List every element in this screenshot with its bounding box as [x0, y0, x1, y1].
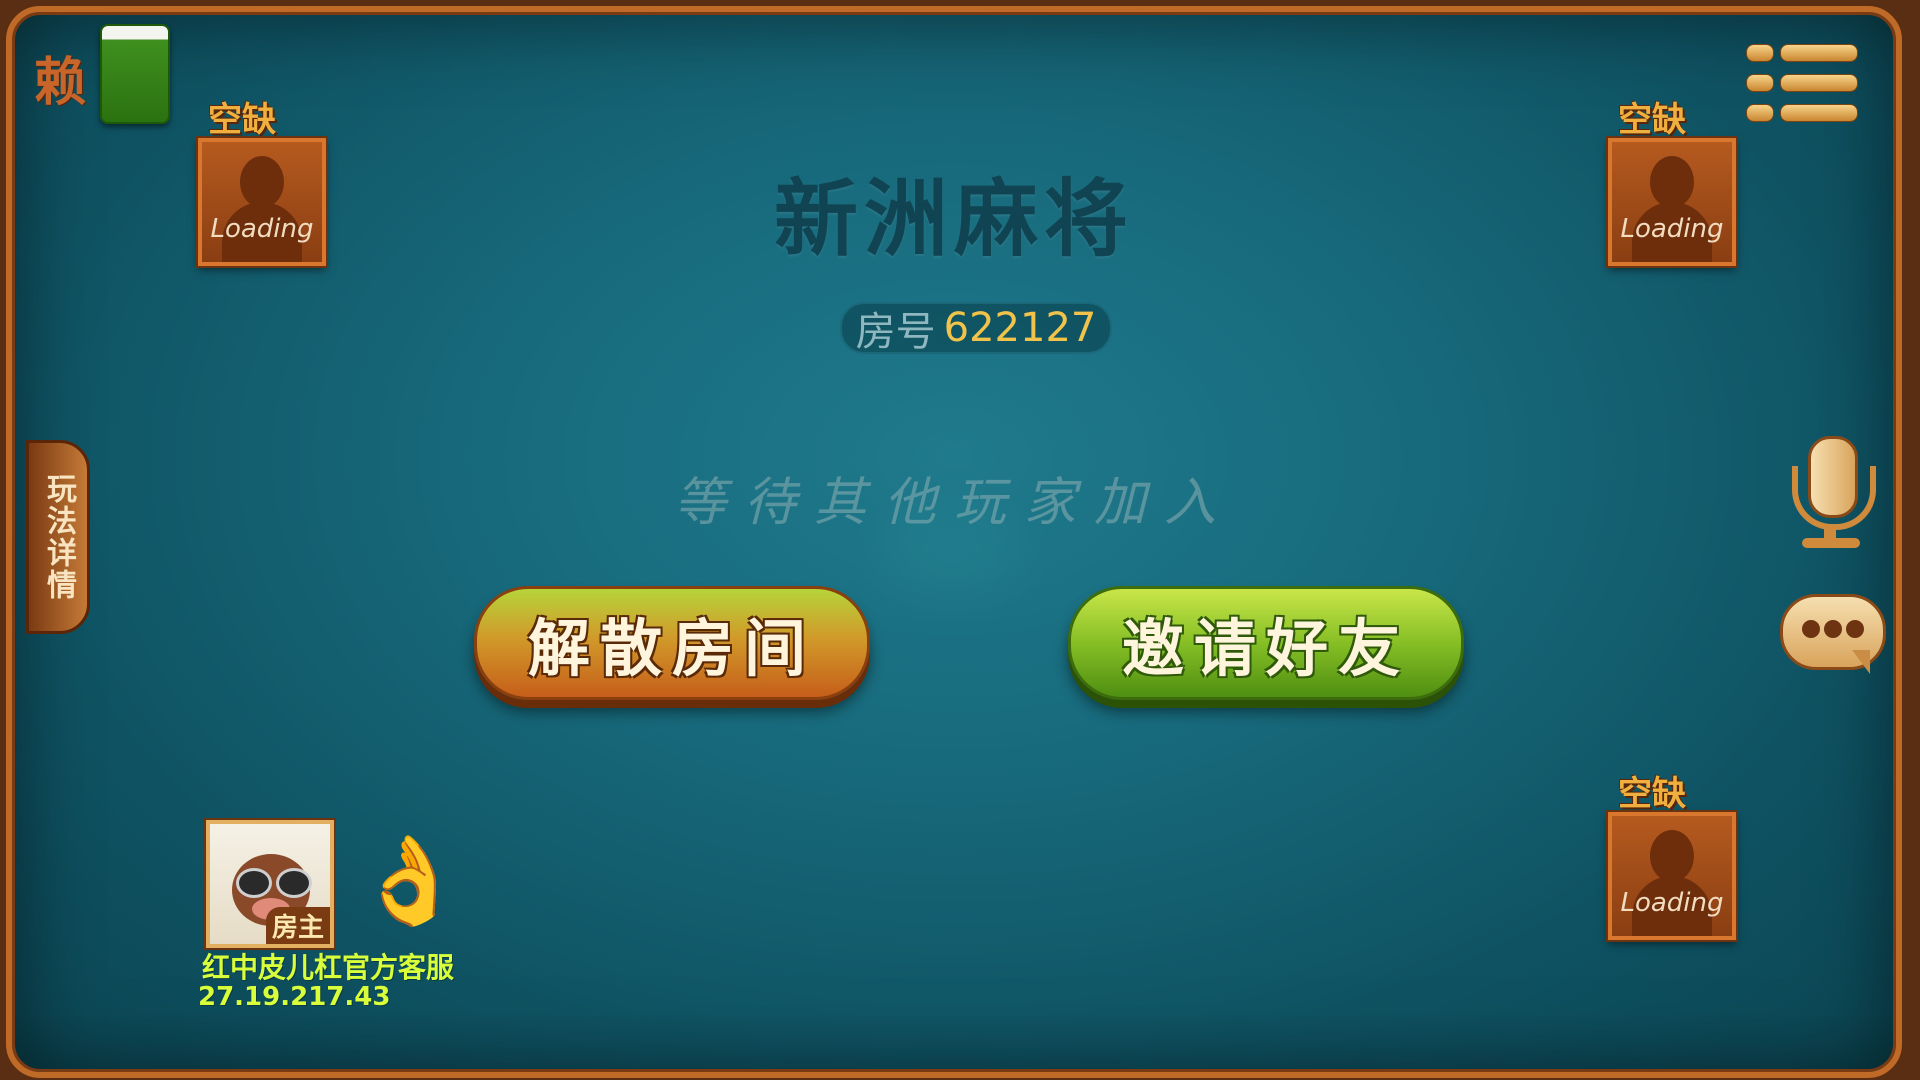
avatar-loading-text: Loading [1620, 888, 1724, 918]
self-avatar[interactable]: 房主 [206, 820, 334, 948]
microphone-icon[interactable] [1788, 436, 1876, 548]
seat-avatar-placeholder: Loading [1608, 812, 1736, 940]
room-number-pill: 房号 622127 [840, 302, 1112, 355]
room-number: 622127 [943, 305, 1097, 351]
self-player-ip: 27.19.217.43 [198, 982, 391, 1012]
self-player-name: 红中皮儿杠官方客服 [202, 951, 455, 984]
rules-details-tab[interactable]: 玩法详情 [26, 440, 90, 634]
game-title: 新洲麻将 [773, 169, 1134, 268]
seat-status: 空缺 [1618, 774, 1686, 814]
waiting-text: 等待其他玩家加入 [673, 473, 1234, 533]
laizi-tile [100, 24, 170, 124]
seat-status: 空缺 [208, 100, 276, 140]
rules-details-label: 玩法详情 [41, 473, 76, 601]
game-table: 赖 空缺 Loading 空缺 Loading 空缺 Loading 新洲麻将 [6, 6, 1902, 1078]
seat-status: 空缺 [1618, 100, 1686, 140]
chat-bubble-icon[interactable] [1780, 594, 1886, 680]
dissolve-room-button[interactable]: 解散房间 [474, 586, 870, 700]
user-silhouette-icon [1650, 830, 1694, 882]
host-badge: 房主 [265, 907, 330, 944]
laizi-label: 赖 [34, 52, 87, 113]
menu-icon[interactable] [1746, 40, 1858, 128]
ok-hand-icon: 👌 [356, 831, 464, 931]
room-label: 房号 [855, 309, 936, 355]
invite-friends-button[interactable]: 邀请好友 [1068, 586, 1464, 700]
